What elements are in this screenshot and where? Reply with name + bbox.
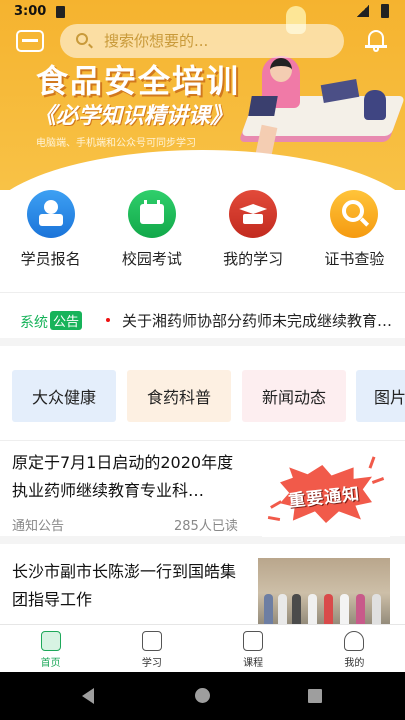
- quick-item-label: 我的学习: [223, 250, 284, 268]
- notification-bell-icon[interactable]: [365, 28, 387, 52]
- graduation-cap-icon: [229, 190, 278, 238]
- tab-label: 课程: [243, 658, 264, 669]
- notice-badge: 公告: [50, 311, 83, 330]
- banner-subtitle: 《必学知识精讲课》: [34, 104, 233, 129]
- tab-profile[interactable]: 我的: [304, 625, 405, 672]
- calendar-check-icon: [127, 190, 176, 238]
- quick-menu: 学员报名 校园考试 我的学习 证书查验: [0, 190, 405, 282]
- home-icon: [40, 631, 61, 651]
- quick-item-exam[interactable]: 校园考试: [101, 190, 202, 282]
- article-thumbnail: 重要通知: [262, 451, 390, 537]
- system-notice-bar[interactable]: 系统 公告 关于湘药师协部分药师未完成继续教育…: [0, 292, 405, 346]
- article-title: 长沙市副市长陈澎一行到国皓集团指导工作: [12, 562, 237, 609]
- menu-scan-button[interactable]: [16, 30, 44, 52]
- tab-study[interactable]: 学习: [101, 625, 202, 672]
- open-book-icon: [243, 631, 264, 651]
- tab-label: 首页: [40, 658, 61, 669]
- tab-courses[interactable]: 课程: [203, 625, 304, 672]
- quick-item-enroll[interactable]: 学员报名: [0, 190, 101, 282]
- bottom-tab-bar: 首页 学习 课程 我的: [0, 624, 405, 672]
- banner-title: 食品安全培训: [36, 62, 241, 100]
- category-pictures[interactable]: 图片: [356, 370, 405, 422]
- category-news[interactable]: 新闻动态: [242, 370, 346, 422]
- quick-item-my-learning[interactable]: 我的学习: [203, 190, 304, 282]
- notice-text[interactable]: 关于湘药师协部分药师未完成继续教育…: [122, 310, 402, 331]
- status-time: 3:00: [14, 4, 47, 19]
- article-read-count: 285人已读: [174, 519, 238, 534]
- signal-icon: [357, 5, 369, 17]
- category-food-drug-science[interactable]: 食药科普: [127, 370, 231, 422]
- laptop-illustration: [248, 96, 278, 116]
- article-category: 通知公告: [12, 519, 65, 534]
- category-tabs: 大众健康 食药科普 新闻动态 图片: [0, 360, 405, 426]
- system-navigation-bar: [0, 672, 405, 720]
- carousel-dot[interactable]: [188, 152, 194, 158]
- back-icon[interactable]: [82, 688, 94, 704]
- book-icon: [141, 631, 162, 651]
- banner-note: 电脑端、手机端和公众号可同步学习: [36, 138, 196, 149]
- tab-label: 学习: [141, 658, 162, 669]
- article-photo-thumbnail: [258, 558, 390, 628]
- battery-icon: [381, 4, 389, 18]
- carousel-dot[interactable]: [210, 152, 216, 158]
- article-item[interactable]: 长沙市副市长陈澎一行到国皓集团指导工作: [0, 550, 405, 628]
- carousel-dot-active[interactable]: [221, 152, 227, 158]
- recent-apps-icon[interactable]: [308, 689, 322, 703]
- notice-label: 系统: [20, 315, 48, 331]
- lamp-illustration: [364, 90, 386, 120]
- student-book-icon: [26, 190, 75, 238]
- sim-card-icon: [56, 6, 65, 18]
- quick-item-label: 校园考试: [121, 250, 182, 268]
- magnifier-icon: [330, 190, 379, 238]
- student-head-illustration: [270, 58, 292, 82]
- article-item[interactable]: 原定于7月1日启动的2020年度执业药师继续教育专业科… 通知公告 285人已读…: [0, 440, 405, 544]
- search-input[interactable]: [104, 24, 334, 58]
- notice-bullet: [106, 318, 110, 322]
- app-root: 食品安全培训 《必学知识精讲课》 电脑端、手机端和公众号可同步学习 3:00 学…: [0, 0, 405, 720]
- carousel-dot[interactable]: [199, 152, 205, 158]
- user-icon: [344, 631, 365, 651]
- search-bar[interactable]: [60, 24, 344, 58]
- category-public-health[interactable]: 大众健康: [12, 370, 116, 422]
- quick-item-certificate[interactable]: 证书查验: [304, 190, 405, 282]
- carousel-dots: [188, 152, 227, 158]
- home-circle-icon[interactable]: [195, 688, 210, 703]
- search-icon: [76, 33, 88, 45]
- status-bar: 3:00: [0, 0, 405, 24]
- quick-item-label: 证书查验: [324, 250, 385, 268]
- article-title: 原定于7月1日启动的2020年度执业药师继续教育专业科…: [12, 453, 234, 500]
- tab-home[interactable]: 首页: [0, 625, 101, 672]
- quick-item-label: 学员报名: [20, 250, 81, 268]
- tab-label: 我的: [344, 658, 365, 669]
